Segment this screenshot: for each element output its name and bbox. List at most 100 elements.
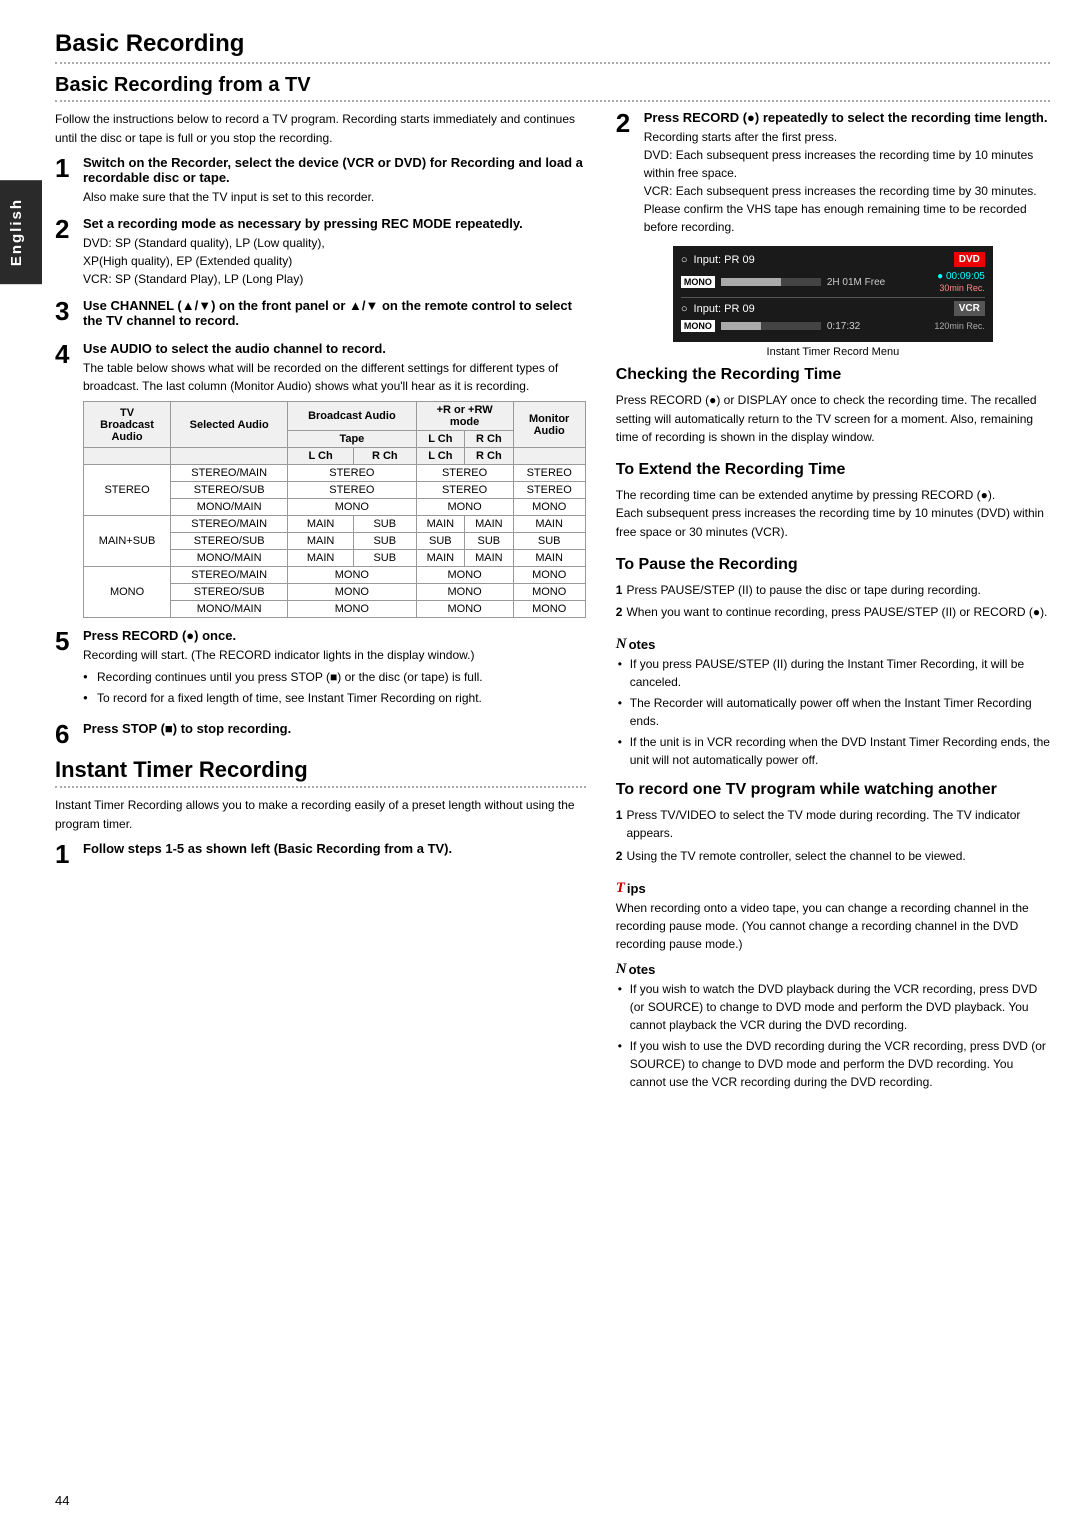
menu-vcr-input-label: Input: PR 09 <box>694 303 755 315</box>
table-cell: STEREO/MAIN <box>171 465 288 482</box>
table-cell: MONO <box>416 567 513 584</box>
table-cell: MONO <box>513 567 585 584</box>
step-3: 3 Use CHANNEL (▲/▼) on the front panel o… <box>55 298 586 331</box>
table-cell: MAIN <box>288 533 354 550</box>
step-1-body: Also make sure that the TV input is set … <box>83 188 586 206</box>
extend-section: To Extend the Recording Time The recordi… <box>616 461 1050 542</box>
section-title-basic-recording: Basic Recording from a TV <box>55 74 1050 102</box>
step-5-content: Press RECORD (●) once. Recording will st… <box>83 628 586 711</box>
right-column: 2 Press RECORD (●) repeatedly to select … <box>616 110 1050 1094</box>
pause-step-1-text: Press PAUSE/STEP (II) to pause the disc … <box>626 581 980 600</box>
menu-vcr-progress-bar <box>721 322 821 330</box>
watch-while-record-title: To record one TV program while watching … <box>616 781 1050 801</box>
table-cell: MONO <box>513 499 585 516</box>
table-cell: MAIN <box>465 550 514 567</box>
step-6: 6 Press STOP (■) to stop recording. <box>55 721 586 747</box>
table-cell: MAIN <box>465 516 514 533</box>
wwr-step-1-text: Press TV/VIDEO to select the TV mode dur… <box>626 806 1050 843</box>
extend-title: To Extend the Recording Time <box>616 461 1050 481</box>
wwr-step-2-text: Using the TV remote controller, select t… <box>626 847 965 866</box>
tips-t-char: T <box>616 880 625 897</box>
table-header-broadcast: Broadcast Audio <box>288 402 416 431</box>
checking-section: Checking the Recording Time Press RECORD… <box>616 366 1050 447</box>
menu-vcr-badge: VCR <box>954 301 985 316</box>
menu-dvd-free-text: 2H 01M Free <box>827 277 885 288</box>
step-1-title: Switch on the Recorder, select the devic… <box>83 155 586 185</box>
pause-body: 1 Press PAUSE/STEP (II) to pause the dis… <box>616 581 1050 622</box>
menu-dvd-rec-label: 30min Rec. <box>939 283 985 293</box>
instant-timer-menu-box: ○ Input: PR 09 DVD MONO 2H 01 <box>673 246 993 342</box>
tips-box: T ips When recording onto a video tape, … <box>616 880 1050 953</box>
notes-item-bottom: If you wish to watch the DVD playback du… <box>616 980 1050 1034</box>
menu-dvd-badge: DVD <box>954 252 985 267</box>
instant-step-1-number: 1 <box>55 841 77 867</box>
notes-box-bottom: N otes If you wish to watch the DVD play… <box>616 961 1050 1091</box>
watch-while-record-section: To record one TV program while watching … <box>616 781 1050 866</box>
step-2-title: Set a recording mode as necessary by pre… <box>83 216 586 231</box>
pause-step-2-text: When you want to continue recording, pre… <box>626 603 1047 622</box>
step-3-content: Use CHANNEL (▲/▼) on the front panel or … <box>83 298 586 331</box>
step-1: 1 Switch on the Recorder, select the dev… <box>55 155 586 206</box>
left-column: Follow the instructions below to record … <box>55 110 586 1094</box>
menu-dvd-progress-fill <box>721 278 781 286</box>
table-cell: SUB <box>354 550 417 567</box>
notes-item: If you press PAUSE/STEP (II) during the … <box>616 655 1050 691</box>
watch-while-record-body: 1 Press TV/VIDEO to select the TV mode d… <box>616 806 1050 866</box>
menu-vcr-rec-label: 120min Rec. <box>934 321 985 331</box>
table-cell: MONO <box>513 584 585 601</box>
extend-body: The recording time can be extended anyti… <box>616 486 1050 542</box>
menu-vcr-mono-tag: MONO <box>681 320 715 332</box>
pause-step-2: 2 When you want to continue recording, p… <box>616 603 1050 622</box>
menu-dvd-mono-left: MONO 2H 01M Free <box>681 276 885 288</box>
step-5-bullets: Recording continues until you press STOP… <box>83 668 586 707</box>
step-4-body: The table below shows what will be recor… <box>83 359 586 395</box>
table-cell: STEREO <box>513 482 585 499</box>
table-cell: STEREO <box>513 465 585 482</box>
step-5: 5 Press RECORD (●) once. Recording will … <box>55 628 586 711</box>
menu-dvd-progress-bar <box>721 278 821 286</box>
table-cell: STEREO/MAIN <box>171 516 288 533</box>
table-cell: SUB <box>416 533 465 550</box>
table-header-empty3 <box>513 448 585 465</box>
notes-item: The Recorder will automatically power of… <box>616 694 1050 730</box>
menu-vcr-input-icon: ○ <box>681 303 688 315</box>
pause-title: To Pause the Recording <box>616 556 1050 576</box>
table-header-empty <box>84 448 171 465</box>
notes-list-right: If you press PAUSE/STEP (II) during the … <box>616 655 1050 769</box>
wwr-step-2-num: 2 <box>616 847 623 866</box>
menu-vcr-time: 0:17:32 <box>827 321 860 332</box>
notes-label-bottom: otes <box>629 962 656 977</box>
table-header-monitor: MonitorAudio <box>513 402 585 448</box>
table-row: MAIN+SUB STEREO/MAIN MAIN SUB MAIN MAIN … <box>84 516 586 533</box>
menu-divider <box>681 297 985 298</box>
table-cell: MONO/MAIN <box>171 550 288 567</box>
audio-table: TVBroadcastAudio Selected Audio Broadcas… <box>83 401 586 618</box>
menu-dvd-mono-tag: MONO <box>681 276 715 288</box>
table-cell: MONO <box>288 584 416 601</box>
bullet-item: To record for a fixed length of time, se… <box>83 689 586 707</box>
right-step-2-vcr: VCR: Each subsequent press increases the… <box>644 184 1037 234</box>
table-header-rch3: R Ch <box>465 448 514 465</box>
table-cell-mainsub: MAIN+SUB <box>84 516 171 567</box>
step-1-content: Switch on the Recorder, select the devic… <box>83 155 586 206</box>
two-column-layout: Follow the instructions below to record … <box>55 110 1050 1094</box>
menu-dvd-counter: ● 00:09:05 <box>937 271 985 282</box>
table-cell: MONO/MAIN <box>171 601 288 618</box>
table-cell: MAIN <box>288 550 354 567</box>
menu-vcr-progress-fill <box>721 322 761 330</box>
notes-header-right: N otes <box>616 636 1050 653</box>
step-2: 2 Set a recording mode as necessary by p… <box>55 216 586 288</box>
pause-step-1: 1 Press PAUSE/STEP (II) to pause the dis… <box>616 581 1050 600</box>
step-2-number: 2 <box>55 216 77 242</box>
step-5-title: Press RECORD (●) once. <box>83 628 586 643</box>
main-content: Basic Recording Basic Recording from a T… <box>55 30 1050 1094</box>
intro-text: Follow the instructions below to record … <box>55 110 586 147</box>
right-step-2-dvd: DVD: Each subsequent press increases the… <box>644 148 1034 180</box>
table-cell-mono: MONO <box>84 567 171 618</box>
table-cell: MONO <box>288 567 416 584</box>
table-header-lch2: L Ch <box>288 448 354 465</box>
table-header-selected: Selected Audio <box>171 402 288 448</box>
table-header-lch: L Ch <box>416 431 465 448</box>
table-cell: MAIN <box>416 550 465 567</box>
table-cell: STEREO <box>416 465 513 482</box>
